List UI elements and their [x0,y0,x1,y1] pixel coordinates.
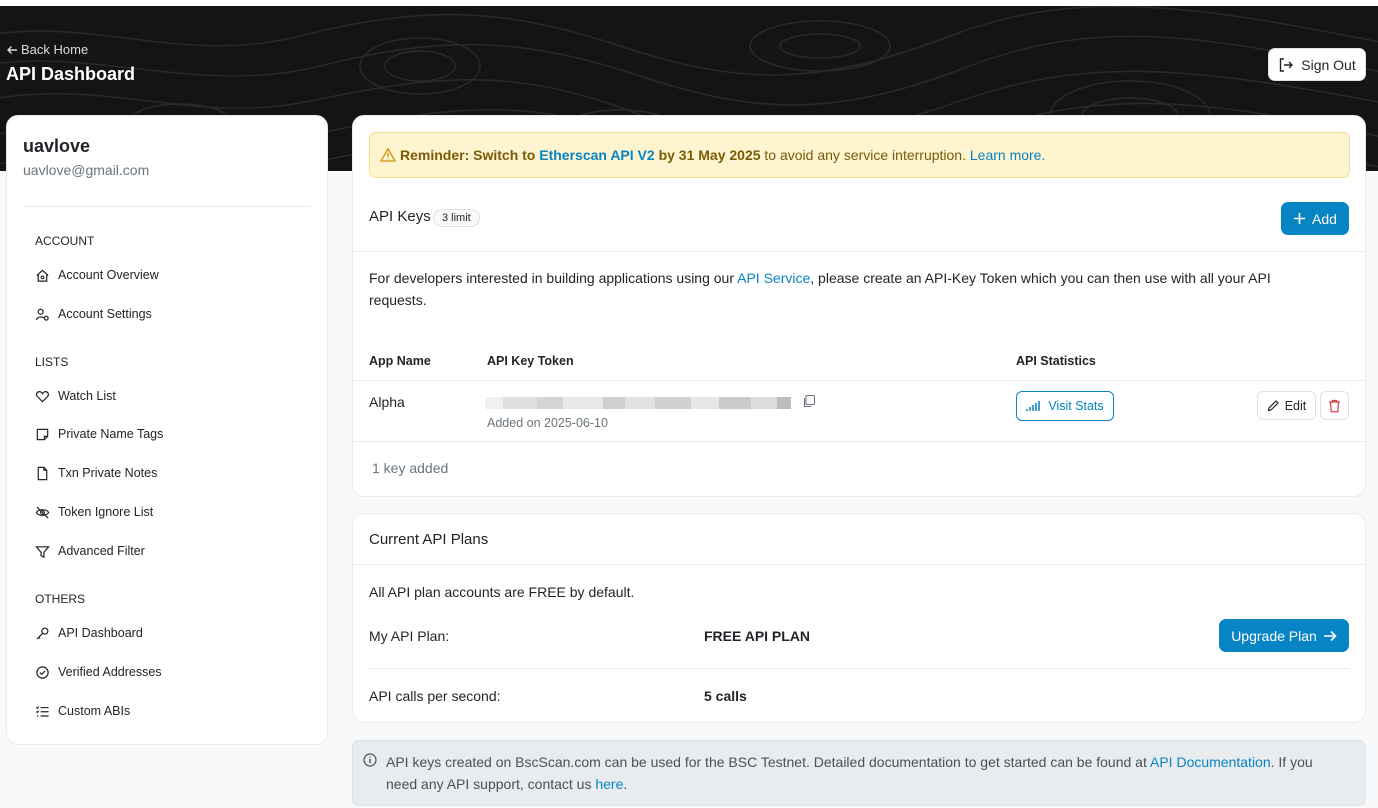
delete-key-button[interactable] [1320,391,1349,420]
sidebar-item-label: Custom ABIs [58,704,131,718]
sidebar-heading-account: ACCOUNT [35,234,95,248]
key-count-text: 1 key added [372,460,449,476]
calls-per-second-label: API calls per second: [369,688,501,704]
heart-icon [36,390,49,403]
sidebar-item-label: Txn Private Notes [58,466,158,480]
user-settings-icon [35,308,49,321]
check-circle-icon [36,665,49,679]
api-keys-description: For developers interested in building ap… [369,267,1329,311]
reminder-date: by 31 May 2025 [658,147,761,163]
pencil-icon [1267,400,1279,412]
learn-more-link[interactable]: Learn more. [970,147,1045,163]
sidebar-item-label: Advanced Filter [58,544,145,558]
sidebar-card: uavlove uavlove@gmail.com ACCOUNT Accoun… [6,115,328,745]
trash-icon [1329,399,1340,412]
my-plan-label: My API Plan: [369,628,450,644]
edit-label: Edit [1284,398,1307,413]
api-service-link[interactable]: API Service [737,270,810,286]
edit-key-button[interactable]: Edit [1257,391,1316,420]
reminder-suffix: to avoid any service interruption. [764,147,966,163]
divider [353,251,1365,252]
sidebar-item-advanced-filter[interactable]: Advanced Filter [35,542,145,560]
upgrade-plan-button[interactable]: Upgrade Plan [1219,619,1349,652]
sticky-note-icon [36,428,49,440]
api-plans-card: Current API Plans All API plan accounts … [352,513,1366,723]
sidebar-item-account-overview[interactable]: Account Overview [35,266,159,284]
calls-per-second-value: 5 calls [704,688,747,704]
home-icon [36,269,49,282]
warning-icon [380,147,396,162]
api-documentation-link[interactable]: API Documentation [1150,754,1271,770]
info-icon [363,753,377,767]
table-row-divider [353,441,1365,442]
upgrade-label: Upgrade Plan [1231,627,1317,644]
support-here-link[interactable]: here [595,776,623,792]
sidebar-item-token-ignore-list[interactable]: Token Ignore List [35,503,153,521]
arrow-right-icon [1323,630,1337,641]
api-keys-card: Reminder: Switch to Etherscan API V2 by … [352,115,1366,497]
info-notice: API keys created on BscScan.com can be u… [352,740,1366,806]
list-check-icon [35,705,49,717]
free-plan-note: All API plan accounts are FREE by defaul… [369,584,635,600]
sign-out-icon [1280,57,1294,72]
signal-bars-icon [1026,401,1041,411]
reminder-prefix: Reminder: Switch to [400,147,536,163]
sidebar-item-label: Watch List [58,389,116,403]
user-name: uavlove [23,136,91,156]
sidebar-divider [23,206,311,207]
app-name-cell: Alpha [369,394,405,410]
column-header-app-name: App Name [369,354,431,368]
sidebar-item-watch-list[interactable]: Watch List [35,387,116,405]
plus-icon [1294,213,1306,224]
add-api-key-button[interactable]: Add [1281,202,1349,235]
user-email: uavlove@gmail.com [23,162,150,178]
info-text-start: API keys created on BscScan.com can be u… [386,754,1147,770]
add-label: Add [1312,210,1337,227]
visit-stats-label: Visit Stats [1048,399,1104,413]
sidebar-item-txn-private-notes[interactable]: Txn Private Notes [35,464,157,482]
api-plans-title: Current API Plans [369,531,489,548]
visit-stats-button[interactable]: Visit Stats [1016,391,1114,421]
reminder-banner: Reminder: Switch to Etherscan API V2 by … [369,132,1350,178]
divider [353,564,1365,565]
divider [369,668,1350,669]
sidebar-item-label: API Dashboard [58,626,143,640]
info-text-end: . [623,776,628,792]
sidebar-item-verified-addresses[interactable]: Verified Addresses [35,663,162,681]
limit-badge: 3 limit [433,209,480,227]
copy-icon [803,394,816,408]
sidebar-item-api-dashboard[interactable]: API Dashboard [35,624,143,642]
info-text: API keys created on BscScan.com can be u… [386,751,1346,795]
redacted-api-key [485,397,791,409]
eye-slash-icon [35,505,50,519]
added-on-date: Added on 2025-06-10 [487,416,608,430]
key-icon [36,627,49,640]
sign-out-label: Sign Out [1301,56,1356,73]
sign-out-button[interactable]: Sign Out [1268,48,1366,81]
sidebar-item-label: Verified Addresses [58,665,162,679]
sidebar-item-label: Account Settings [58,307,152,321]
filter-icon [35,545,50,558]
sidebar-item-account-settings[interactable]: Account Settings [35,305,152,323]
arrow-left-icon [7,45,17,54]
page-title: API Dashboard [6,64,136,84]
my-plan-value: FREE API PLAN [704,628,811,644]
sidebar-heading-others: OTHERS [35,592,86,606]
sidebar-heading-lists: LISTS [35,355,69,369]
back-home-label: Back Home [21,42,89,57]
etherscan-v2-link[interactable]: Etherscan API V2 [539,147,654,163]
sidebar-item-label: Account Overview [58,268,159,282]
file-icon [37,466,48,480]
sidebar-item-label: Token Ignore List [58,505,154,519]
description-text: For developers interested in building ap… [369,270,734,286]
sidebar-item-custom-abis[interactable]: Custom ABIs [35,702,130,720]
api-keys-title: API Keys [369,208,431,225]
copy-key-button[interactable] [802,394,816,411]
sidebar-item-private-name-tags[interactable]: Private Name Tags [35,425,163,443]
table-header-divider [353,380,1365,381]
column-header-api-statistics: API Statistics [1016,354,1096,368]
column-header-api-key-token: API Key Token [487,354,574,368]
sidebar-item-label: Private Name Tags [58,427,164,441]
back-home-link[interactable]: Back Home [6,42,88,57]
